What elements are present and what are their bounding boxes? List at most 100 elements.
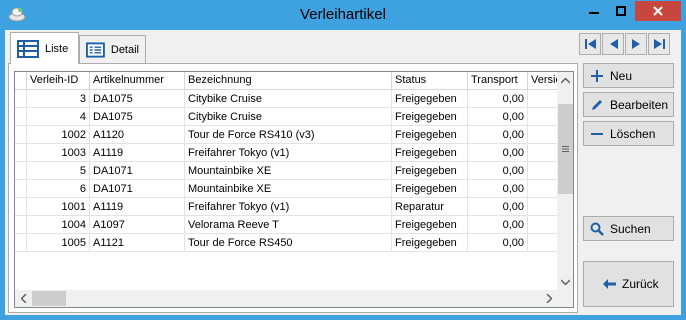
- delete-button-label: Löschen: [610, 126, 656, 141]
- row-selector[interactable]: [15, 180, 27, 198]
- column-header-status[interactable]: Status: [392, 72, 468, 90]
- nav-first-button[interactable]: [579, 33, 601, 55]
- cell-transport[interactable]: 0,00: [468, 198, 528, 216]
- cell-status[interactable]: Reparatur: [392, 198, 468, 216]
- cell-bezeichnung[interactable]: Mountainbike XE: [185, 162, 392, 180]
- window: Verleihartikel Liste Detail Verleih-ID A…: [0, 0, 686, 320]
- cell-verleih-id[interactable]: 1004: [27, 216, 90, 234]
- scroll-right-button[interactable]: [540, 290, 557, 307]
- cell-verleih-id[interactable]: 5: [27, 162, 90, 180]
- table-row[interactable]: 6 DA1071 Mountainbike XE Freigegeben 0,00: [15, 180, 568, 198]
- tab-detail[interactable]: Detail: [79, 35, 146, 64]
- column-header-transport[interactable]: Transport: [468, 72, 528, 90]
- plus-icon: [590, 69, 604, 83]
- cell-verleih-id[interactable]: 1001: [27, 198, 90, 216]
- back-button[interactable]: Zurück: [583, 261, 674, 307]
- cell-artikelnummer[interactable]: A1119: [90, 198, 185, 216]
- cell-artikelnummer[interactable]: DA1071: [90, 180, 185, 198]
- column-header-bezeichnung[interactable]: Bezeichnung: [185, 72, 392, 90]
- cell-artikelnummer[interactable]: DA1071: [90, 162, 185, 180]
- cell-bezeichnung[interactable]: Freifahrer Tokyo (v1): [185, 198, 392, 216]
- cell-bezeichnung[interactable]: Tour de Force RS450: [185, 234, 392, 252]
- vertical-scroll-thumb[interactable]: [558, 104, 573, 194]
- cell-artikelnummer[interactable]: A1120: [90, 126, 185, 144]
- cell-transport[interactable]: 0,00: [468, 162, 528, 180]
- cell-verleih-id[interactable]: 1002: [27, 126, 90, 144]
- minimize-icon: [589, 12, 599, 14]
- edit-button[interactable]: Bearbeiten: [583, 92, 674, 117]
- row-selector[interactable]: [15, 90, 27, 108]
- scroll-left-button[interactable]: [15, 290, 32, 307]
- row-selector[interactable]: [15, 108, 27, 126]
- cell-artikelnummer[interactable]: A1097: [90, 216, 185, 234]
- column-header-artikelnummer[interactable]: Artikelnummer: [90, 72, 185, 90]
- search-button[interactable]: Suchen: [583, 216, 674, 241]
- delete-button[interactable]: Löschen: [583, 121, 674, 146]
- cell-transport[interactable]: 0,00: [468, 108, 528, 126]
- table-row[interactable]: 1002 A1120 Tour de Force RS410 (v3) Freigeg…: [15, 126, 568, 144]
- title-bar[interactable]: Verleihartikel: [0, 0, 686, 30]
- column-header-verleih-id[interactable]: Verleih-ID: [27, 72, 90, 90]
- cell-status[interactable]: Freigegeben: [392, 216, 468, 234]
- cell-transport[interactable]: 0,00: [468, 180, 528, 198]
- cell-transport[interactable]: 0,00: [468, 90, 528, 108]
- cell-bezeichnung[interactable]: Mountainbike XE: [185, 180, 392, 198]
- cell-status[interactable]: Freigegeben: [392, 90, 468, 108]
- row-selector[interactable]: [15, 144, 27, 162]
- cell-status[interactable]: Freigegeben: [392, 180, 468, 198]
- row-selector-header[interactable]: [15, 72, 27, 90]
- maximize-button[interactable]: [608, 1, 634, 21]
- scroll-up-button[interactable]: [557, 72, 573, 89]
- table-row[interactable]: 1005 A1121 Tour de Force RS450 Freigegeben 0…: [15, 234, 568, 252]
- table-row[interactable]: 1001 A1119 Freifahrer Tokyo (v1) Reparatur 0…: [15, 198, 568, 216]
- cell-status[interactable]: Freigegeben: [392, 234, 468, 252]
- table-row[interactable]: 1003 A1119 Freifahrer Tokyo (v1) Freigegebe…: [15, 144, 568, 162]
- cell-status[interactable]: Freigegeben: [392, 144, 468, 162]
- cell-status[interactable]: Freigegeben: [392, 126, 468, 144]
- form-icon: [86, 42, 105, 58]
- table-row[interactable]: 3 DA1075 Citybike Cruise Freigegeben 0,00: [15, 90, 568, 108]
- row-selector[interactable]: [15, 126, 27, 144]
- cell-artikelnummer[interactable]: A1119: [90, 144, 185, 162]
- row-selector[interactable]: [15, 234, 27, 252]
- cell-bezeichnung[interactable]: Velorama Reeve T: [185, 216, 392, 234]
- tab-liste[interactable]: Liste: [10, 32, 79, 64]
- cell-transport[interactable]: 0,00: [468, 234, 528, 252]
- new-button[interactable]: Neu: [583, 63, 674, 88]
- cell-transport[interactable]: 0,00: [468, 216, 528, 234]
- cell-bezeichnung[interactable]: Citybike Cruise: [185, 108, 392, 126]
- table-row[interactable]: 5 DA1071 Mountainbike XE Freigegeben 0,00: [15, 162, 568, 180]
- cell-verleih-id[interactable]: 1003: [27, 144, 90, 162]
- cell-verleih-id[interactable]: 4: [27, 108, 90, 126]
- search-icon: [590, 222, 604, 236]
- vertical-scrollbar[interactable]: [557, 72, 573, 290]
- cell-verleih-id[interactable]: 1005: [27, 234, 90, 252]
- cell-verleih-id[interactable]: 6: [27, 180, 90, 198]
- cell-status[interactable]: Freigegeben: [392, 108, 468, 126]
- scroll-down-button[interactable]: [557, 273, 573, 290]
- cell-artikelnummer[interactable]: DA1075: [90, 108, 185, 126]
- cell-verleih-id[interactable]: 3: [27, 90, 90, 108]
- close-button[interactable]: [635, 1, 681, 21]
- cell-bezeichnung[interactable]: Freifahrer Tokyo (v1): [185, 144, 392, 162]
- nav-last-button[interactable]: [648, 33, 670, 55]
- horizontal-scrollbar[interactable]: [15, 290, 557, 307]
- cell-status[interactable]: Freigegeben: [392, 162, 468, 180]
- row-selector[interactable]: [15, 162, 27, 180]
- cell-bezeichnung[interactable]: Citybike Cruise: [185, 90, 392, 108]
- cell-artikelnummer[interactable]: DA1075: [90, 90, 185, 108]
- cell-transport[interactable]: 0,00: [468, 144, 528, 162]
- table-row[interactable]: 4 DA1075 Citybike Cruise Freigegeben 0,00: [15, 108, 568, 126]
- nav-next-button[interactable]: [625, 33, 647, 55]
- table-row[interactable]: 1004 A1097 Velorama Reeve T Freigegeben 0,00: [15, 216, 568, 234]
- arrow-left-icon: [602, 277, 616, 291]
- row-selector[interactable]: [15, 216, 27, 234]
- data-grid[interactable]: Verleih-ID Artikelnummer Bezeichnung Sta…: [14, 71, 574, 308]
- cell-transport[interactable]: 0,00: [468, 126, 528, 144]
- nav-prev-button[interactable]: [602, 33, 624, 55]
- minimize-button[interactable]: [581, 1, 607, 21]
- cell-artikelnummer[interactable]: A1121: [90, 234, 185, 252]
- horizontal-scroll-thumb[interactable]: [32, 291, 66, 306]
- row-selector[interactable]: [15, 198, 27, 216]
- cell-bezeichnung[interactable]: Tour de Force RS410 (v3): [185, 126, 392, 144]
